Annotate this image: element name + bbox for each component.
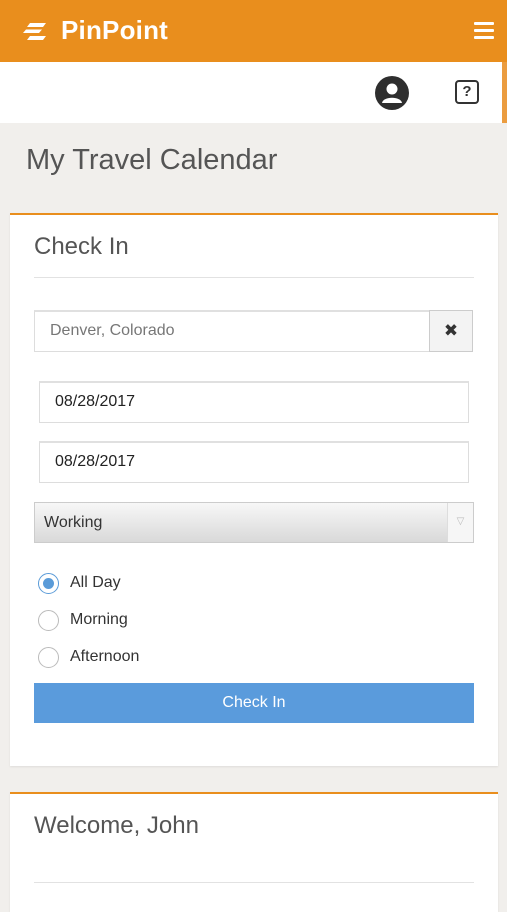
clear-location-button[interactable]: ✖ (429, 310, 473, 352)
location-input[interactable]: Denver, Colorado (34, 310, 430, 352)
user-toolbar (0, 62, 502, 123)
end-date-field[interactable]: 08/28/2017 (39, 441, 469, 483)
check-in-heading: Check In (34, 233, 129, 260)
welcome-card: Welcome, John (10, 792, 498, 912)
status-select[interactable]: Working ▽ (34, 502, 474, 543)
pinpoint-logo-icon (23, 23, 46, 40)
radio-button[interactable] (38, 610, 59, 631)
welcome-heading: Welcome, John (34, 812, 199, 839)
status-select-value: Working (44, 514, 103, 531)
check-in-card: Check In Denver, Colorado ✖ 08/28/2017 0… (10, 213, 498, 766)
top-app-bar: PinPoint (0, 0, 507, 62)
page-title: My Travel Calendar (26, 144, 278, 176)
divider (34, 882, 474, 883)
check-in-button[interactable]: Check In (34, 683, 474, 723)
help-icon[interactable]: ? (455, 80, 479, 104)
hamburger-menu-icon[interactable] (474, 22, 494, 39)
toolbar-edge (502, 62, 507, 123)
radio-button[interactable] (38, 647, 59, 668)
chevron-down-icon: ▽ (447, 503, 473, 542)
radio-button-checked[interactable] (38, 573, 59, 594)
brand-name: PinPoint (61, 15, 169, 45)
divider (34, 277, 474, 278)
radio-label: All Day (70, 574, 121, 591)
radio-label: Afternoon (70, 648, 140, 665)
user-avatar-icon[interactable] (375, 76, 409, 110)
radio-label: Morning (70, 611, 128, 628)
start-date-field[interactable]: 08/28/2017 (39, 381, 469, 423)
